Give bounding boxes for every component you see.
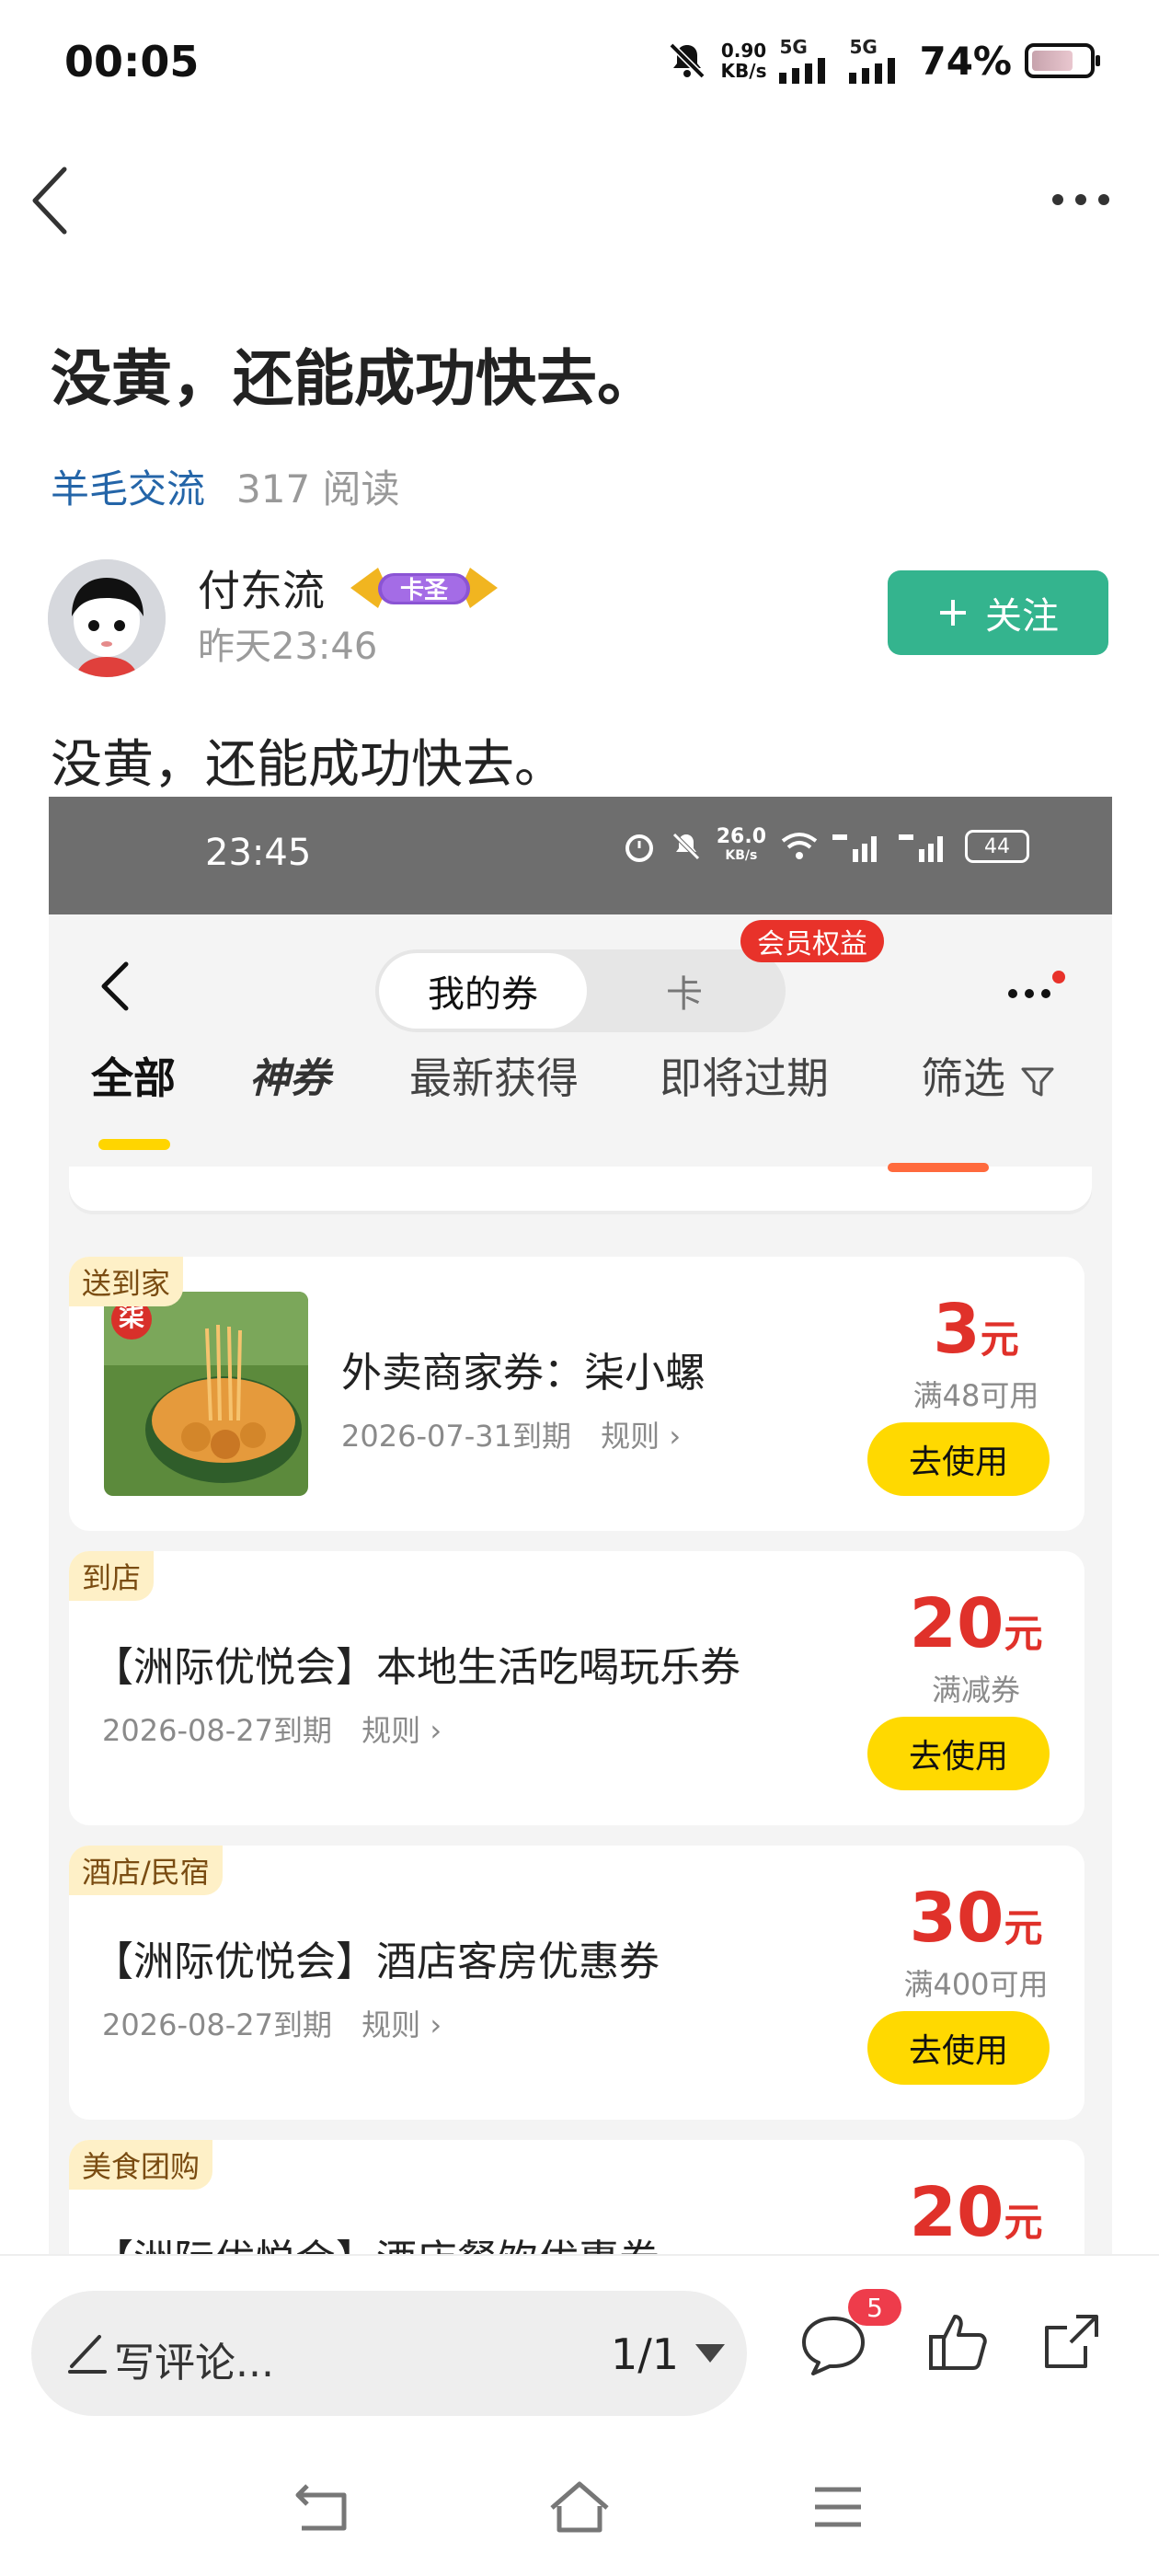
vip-benefits-badge[interactable]: 会员权益 bbox=[740, 920, 884, 962]
pencil-icon bbox=[68, 2335, 107, 2374]
back-chevron-icon[interactable] bbox=[28, 164, 74, 237]
coupon-tag: 美食团购 bbox=[69, 2140, 213, 2190]
coupon-amount: 20元 bbox=[909, 1584, 1043, 1663]
system-navigation-bar bbox=[0, 2438, 1159, 2576]
chevron-right-icon: › bbox=[669, 1419, 682, 1454]
coupon-card[interactable]: 到店 【洲际优悦会】本地生活吃喝玩乐券 2026-08-27到期 规则 › 20… bbox=[69, 1551, 1084, 1825]
author-row: 付东流 卡圣 bbox=[198, 558, 507, 618]
signal-bars-icon bbox=[779, 58, 826, 84]
coupon-tag: 到店 bbox=[69, 1551, 155, 1601]
filter-funnel-icon bbox=[1021, 1067, 1054, 1096]
tab-super-coupon[interactable]: 神券 bbox=[249, 1045, 330, 1104]
rule-link[interactable]: 规则 bbox=[361, 1713, 420, 1748]
author-name[interactable]: 付东流 bbox=[198, 558, 325, 618]
coupon-card[interactable]: 酒店/民宿 【洲际优悦会】酒店客房优惠券 2026-08-27到期 规则 › 3… bbox=[69, 1846, 1084, 2120]
coupon-condition: 满48可用 bbox=[912, 1378, 1039, 1413]
coupon-expiry: 2026-07-31到期 规则 › bbox=[341, 1419, 682, 1454]
active-tab-indicator bbox=[98, 1139, 170, 1150]
coupon-name: 【洲际优悦会】酒店客房优惠券 bbox=[93, 1938, 660, 1985]
coupon-condition: 满减券 bbox=[931, 1673, 1020, 1708]
signal-2: 5G bbox=[849, 38, 906, 84]
battery-percent: 74% bbox=[919, 38, 1012, 84]
coupon-card[interactable]: 柒 送到家 外卖商家券：柒小螺 2026-07-31到期 规则 › 3元 满48… bbox=[69, 1257, 1084, 1531]
coupon-name: 外卖商家券：柒小螺 bbox=[341, 1350, 706, 1397]
signal-bars-icon bbox=[849, 58, 896, 84]
mute-bell-icon bbox=[669, 42, 705, 79]
signal-1: 5G bbox=[779, 38, 836, 84]
post-time: 昨天23:46 bbox=[198, 626, 378, 668]
use-coupon-button[interactable]: 去使用 bbox=[867, 1422, 1050, 1496]
coupon-amount: 3元 bbox=[933, 1290, 1019, 1369]
back-chevron-icon[interactable] bbox=[98, 959, 132, 1014]
segment-control: 我的券 卡 bbox=[375, 949, 786, 1032]
post-title: 没黄，还能成功快去。 bbox=[51, 343, 658, 414]
coupon-expiry: 2026-08-27到期 规则 › bbox=[102, 1713, 442, 1748]
signal-bars-icon bbox=[899, 834, 943, 862]
avatar[interactable] bbox=[48, 559, 166, 677]
coupon-amount: 30元 bbox=[909, 1879, 1043, 1958]
coupon-filter-tabs: 全部 神券 最新获得 即将过期 筛选 bbox=[49, 1027, 1112, 1119]
coupon-condition: 满400可用 bbox=[903, 1967, 1049, 2002]
chevron-right-icon: › bbox=[430, 1713, 442, 1748]
tab-my-coupons[interactable]: 我的券 bbox=[379, 953, 587, 1029]
rule-link[interactable]: 规则 bbox=[601, 1419, 660, 1454]
post-image[interactable]: 23:45 26.0 KB/s 44 我的券 卡 会员权益 全部 神券 最新获得… bbox=[49, 797, 1112, 2254]
more-dots-icon[interactable] bbox=[1005, 970, 1070, 1006]
tab-cards[interactable]: 卡 bbox=[587, 953, 782, 1029]
page-indicator[interactable]: 1/1 bbox=[611, 2329, 679, 2379]
caret-down-icon[interactable] bbox=[695, 2344, 725, 2363]
use-coupon-button[interactable]: 去使用 bbox=[867, 1717, 1050, 1790]
embedded-battery: 44 bbox=[965, 830, 1029, 863]
embedded-status-bar: 23:45 26.0 KB/s 44 bbox=[49, 797, 1112, 914]
coupon-amount: 20元 bbox=[909, 2173, 1043, 2252]
read-count: 317 阅读 bbox=[236, 466, 400, 512]
comment-input[interactable]: 写评论... 1/1 bbox=[31, 2291, 747, 2416]
collapsed-coupon-stack bbox=[69, 1163, 1092, 1211]
back-gesture-icon[interactable] bbox=[293, 2482, 353, 2537]
comment-placeholder: 写评论... bbox=[114, 2340, 274, 2386]
category-link[interactable]: 羊毛交流 bbox=[51, 458, 205, 514]
post-body: 没黄，还能成功快去。 bbox=[51, 735, 566, 795]
coupon-thumbnail: 柒 bbox=[104, 1292, 308, 1496]
bottom-action-bar: 写评论... 1/1 5 bbox=[0, 2254, 1159, 2438]
coupon-tag: 送到家 bbox=[69, 1257, 184, 1306]
comment-count-badge: 5 bbox=[848, 2289, 901, 2326]
status-icons: 0.90 KB/s 5G 5G 74% bbox=[666, 35, 1100, 86]
battery-icon bbox=[1025, 43, 1100, 78]
tab-newest[interactable]: 最新获得 bbox=[409, 1045, 579, 1106]
chevron-right-icon: › bbox=[430, 2007, 442, 2042]
follow-button[interactable]: 关注 bbox=[888, 570, 1108, 655]
tab-filter[interactable]: 筛选 bbox=[921, 1045, 1056, 1106]
coupon-name: 【洲际优悦会】酒店餐饮优惠券 bbox=[93, 2226, 660, 2254]
post-meta: 羊毛交流 317 阅读 bbox=[51, 458, 400, 514]
thumbs-up-icon[interactable] bbox=[925, 2309, 990, 2375]
coupon-nav: 我的券 卡 会员权益 bbox=[49, 914, 1112, 1032]
mute-bell-icon bbox=[671, 833, 700, 860]
alarm-icon bbox=[625, 834, 653, 862]
home-icon[interactable] bbox=[546, 2478, 613, 2536]
coupon-tag: 酒店/民宿 bbox=[69, 1846, 223, 1895]
menu-icon[interactable] bbox=[811, 2484, 865, 2530]
rule-link[interactable]: 规则 bbox=[361, 2007, 420, 2042]
coupon-expiry: 2026-08-27到期 规则 › bbox=[102, 2007, 442, 2042]
more-dots-icon[interactable] bbox=[1049, 189, 1113, 211]
wifi-icon bbox=[781, 833, 818, 859]
share-icon[interactable] bbox=[1039, 2309, 1104, 2374]
level-badge: 卡圣 bbox=[341, 560, 507, 615]
tab-expiring[interactable]: 即将过期 bbox=[660, 1045, 829, 1106]
plus-icon bbox=[940, 600, 966, 626]
net-speed: 0.90 KB/s bbox=[720, 40, 767, 82]
coupon-card[interactable]: 美食团购 【洲际优悦会】酒店餐饮优惠券 20元 bbox=[69, 2140, 1084, 2254]
tab-all[interactable]: 全部 bbox=[91, 1045, 176, 1106]
coupon-name: 【洲际优悦会】本地生活吃喝玩乐券 bbox=[93, 1644, 740, 1691]
status-time: 00:05 bbox=[64, 37, 200, 86]
embedded-net-speed: 26.0 KB/s bbox=[716, 825, 766, 864]
use-coupon-button[interactable]: 去使用 bbox=[867, 2011, 1050, 2085]
signal-bars-icon bbox=[832, 834, 877, 862]
